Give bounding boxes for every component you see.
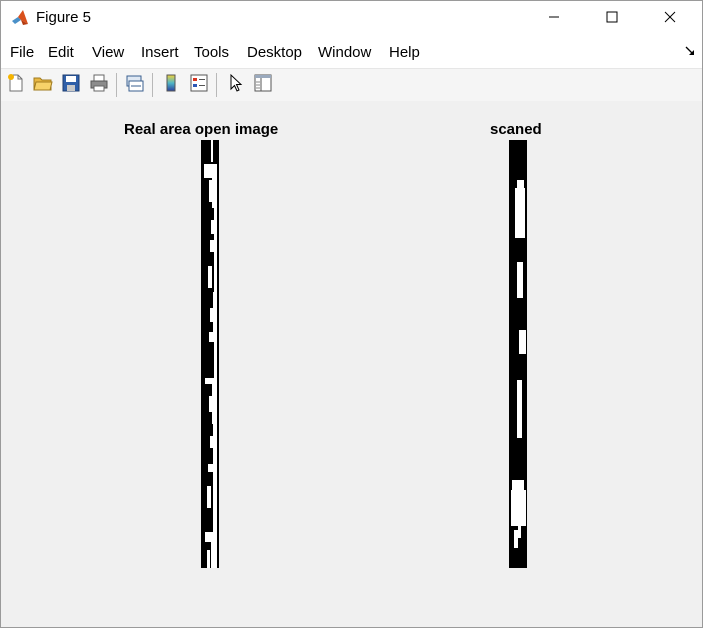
insert-legend-icon <box>189 73 209 98</box>
dock-arrow-icon[interactable] <box>685 45 695 59</box>
axes-title-left: Real area open image <box>124 121 279 138</box>
close-button[interactable] <box>641 1 699 36</box>
property-inspector-icon <box>253 73 273 98</box>
figure-canvas: Real area open image scaned <box>1 101 702 627</box>
print-button[interactable] <box>87 73 111 97</box>
save-button[interactable] <box>59 73 83 97</box>
new-figure-icon <box>6 73 26 98</box>
close-icon <box>664 10 676 28</box>
maximize-button[interactable] <box>583 1 641 36</box>
figure-window: Figure 5 File Edit View Insert Tools Des… <box>0 0 703 628</box>
insert-legend-button[interactable] <box>187 73 211 97</box>
minimize-button[interactable] <box>525 1 583 36</box>
print-icon <box>89 73 109 98</box>
open-file-icon <box>33 73 53 98</box>
axes-title-right: scaned <box>490 121 542 138</box>
window-title: Figure 5 <box>36 9 92 26</box>
binary-image-right <box>509 140 527 568</box>
figure-toolbar <box>1 68 702 102</box>
menu-help[interactable]: Help <box>389 44 420 61</box>
toolbar-separator <box>116 73 117 97</box>
link-plot-icon <box>125 73 145 98</box>
toolbar-separator <box>216 73 217 97</box>
menu-tools[interactable]: Tools <box>194 44 229 61</box>
menu-view[interactable]: View <box>92 44 124 61</box>
open-file-button[interactable] <box>31 73 55 97</box>
menu-insert[interactable]: Insert <box>141 44 179 61</box>
insert-colorbar-button[interactable] <box>159 73 183 97</box>
edit-plot-pointer-icon <box>226 73 246 98</box>
matlab-logo-icon <box>11 9 29 27</box>
binary-image-left <box>201 140 219 568</box>
minimize-icon <box>548 10 560 28</box>
title-bar[interactable]: Figure 5 <box>1 1 702 36</box>
toolbar-separator <box>152 73 153 97</box>
save-icon <box>61 73 81 98</box>
menu-edit[interactable]: Edit <box>48 44 74 61</box>
link-plot-button[interactable] <box>123 73 147 97</box>
edit-plot-button[interactable] <box>224 73 248 97</box>
new-figure-button[interactable] <box>4 73 28 97</box>
insert-colorbar-icon <box>161 73 181 98</box>
menu-window[interactable]: Window <box>318 44 371 61</box>
menu-file[interactable]: File <box>10 44 34 61</box>
menu-desktop[interactable]: Desktop <box>247 44 302 61</box>
property-inspector-button[interactable] <box>251 73 275 97</box>
maximize-icon <box>606 10 618 28</box>
menu-bar: File Edit View Insert Tools Desktop Wind… <box>1 36 702 68</box>
